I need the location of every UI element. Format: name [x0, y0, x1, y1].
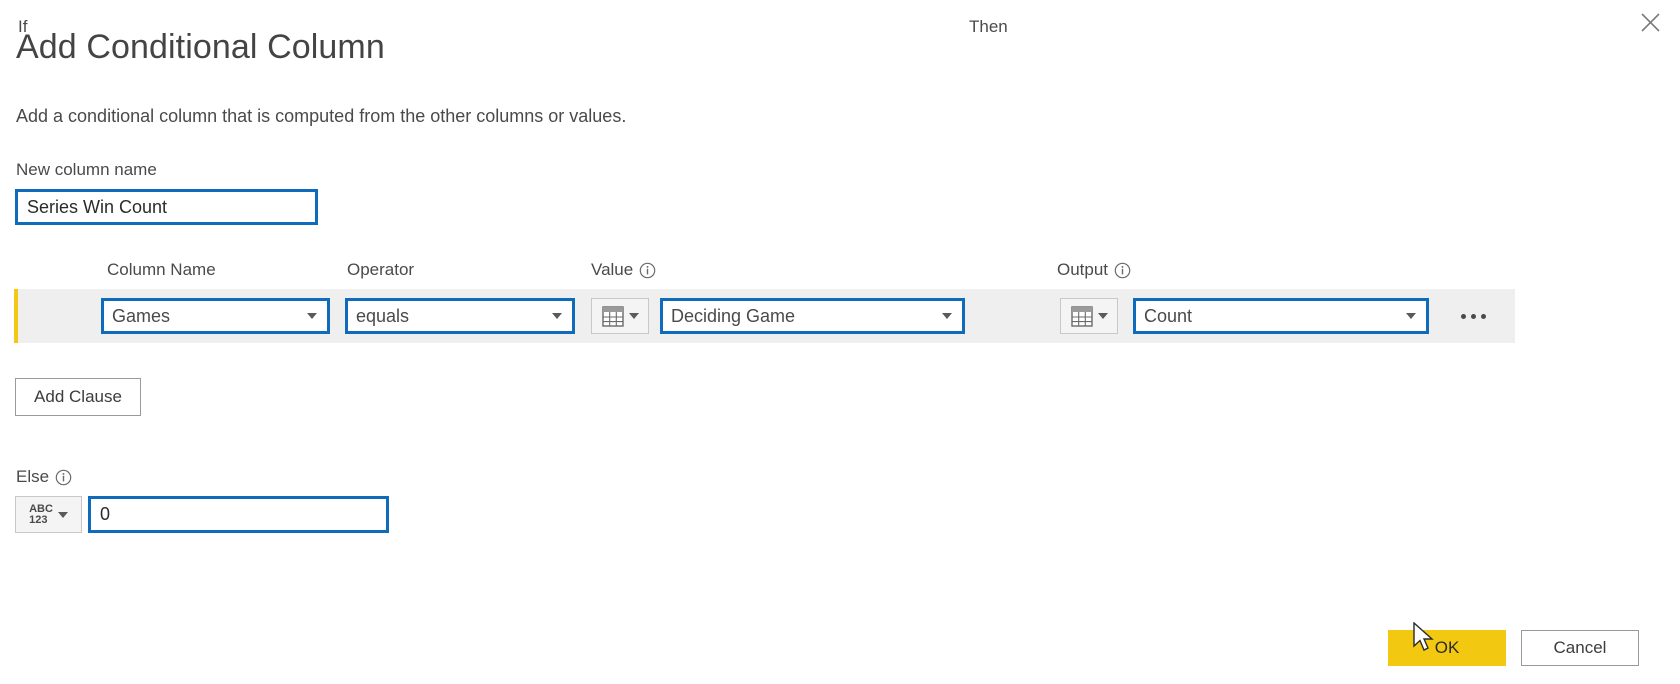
column-name-dropdown[interactable]: Games	[101, 298, 330, 334]
else-label-text: Else	[16, 467, 50, 486]
else-value-input[interactable]: 0	[88, 496, 389, 533]
new-column-name-label: New column name	[16, 160, 157, 179]
chevron-down-icon	[628, 313, 639, 319]
chevron-down-icon	[942, 313, 952, 319]
add-conditional-column-dialog: Add Conditional Column Add a conditional…	[0, 0, 1680, 684]
ellipsis-dot	[1480, 313, 1486, 319]
close-icon[interactable]	[1628, 2, 1672, 42]
cancel-button[interactable]: Cancel	[1521, 630, 1639, 666]
value-dropdown[interactable]: Deciding Game	[660, 298, 965, 334]
info-icon[interactable]	[55, 469, 72, 486]
table-grid-icon	[1070, 305, 1093, 327]
else-value-text: 0	[100, 504, 111, 524]
info-icon[interactable]	[1114, 262, 1131, 279]
header-column-name: Column Name	[107, 260, 216, 280]
header-operator-label: Operator	[347, 260, 415, 279]
chevron-down-icon	[307, 313, 317, 319]
header-output: Output	[1057, 260, 1131, 280]
column-name-value: Games	[112, 305, 171, 326]
output-type-selector[interactable]	[1060, 298, 1118, 334]
123-text: 123	[29, 513, 48, 526]
header-operator: Operator	[347, 260, 414, 280]
operator-value: equals	[356, 305, 410, 326]
output-value: Count	[1144, 305, 1193, 326]
abc-123-icon: ABC 123	[29, 502, 53, 526]
ellipsis-icon[interactable]	[1446, 300, 1500, 332]
value-type-selector[interactable]	[591, 298, 649, 334]
header-value: Value	[591, 260, 656, 280]
output-dropdown[interactable]: Count	[1133, 298, 1429, 334]
if-label: If	[18, 17, 28, 36]
cancel-button-label: Cancel	[1553, 638, 1607, 657]
info-icon[interactable]	[639, 262, 656, 279]
value-text: Deciding Game	[671, 305, 796, 326]
then-label: Then	[969, 17, 1008, 36]
chevron-down-icon	[1097, 313, 1108, 319]
operator-dropdown[interactable]: equals	[345, 298, 575, 334]
ellipsis-dot	[1460, 313, 1466, 319]
abc-text: ABC	[29, 502, 53, 515]
dialog-subtitle: Add a conditional column that is compute…	[16, 106, 627, 126]
ok-button[interactable]: OK	[1388, 630, 1506, 666]
header-output-label: Output	[1057, 260, 1109, 279]
ok-button-label: OK	[1434, 638, 1460, 657]
add-clause-label: Add Clause	[34, 387, 122, 406]
clause-accent-bar	[14, 289, 18, 343]
table-grid-icon	[601, 305, 624, 327]
new-column-name-input[interactable]: Series Win Count	[15, 189, 318, 225]
chevron-down-icon	[1406, 313, 1416, 319]
new-column-name-value: Series Win Count	[27, 196, 168, 217]
chevron-down-icon	[552, 313, 562, 319]
else-label: Else	[16, 467, 72, 487]
add-clause-button[interactable]: Add Clause	[15, 378, 141, 416]
dialog-title: Add Conditional Column	[16, 28, 385, 66]
header-column-name-label: Column Name	[107, 260, 216, 279]
ellipsis-dot	[1470, 313, 1476, 319]
header-value-label: Value	[591, 260, 634, 279]
chevron-down-icon	[57, 511, 68, 518]
else-type-selector[interactable]: ABC 123	[15, 496, 82, 533]
